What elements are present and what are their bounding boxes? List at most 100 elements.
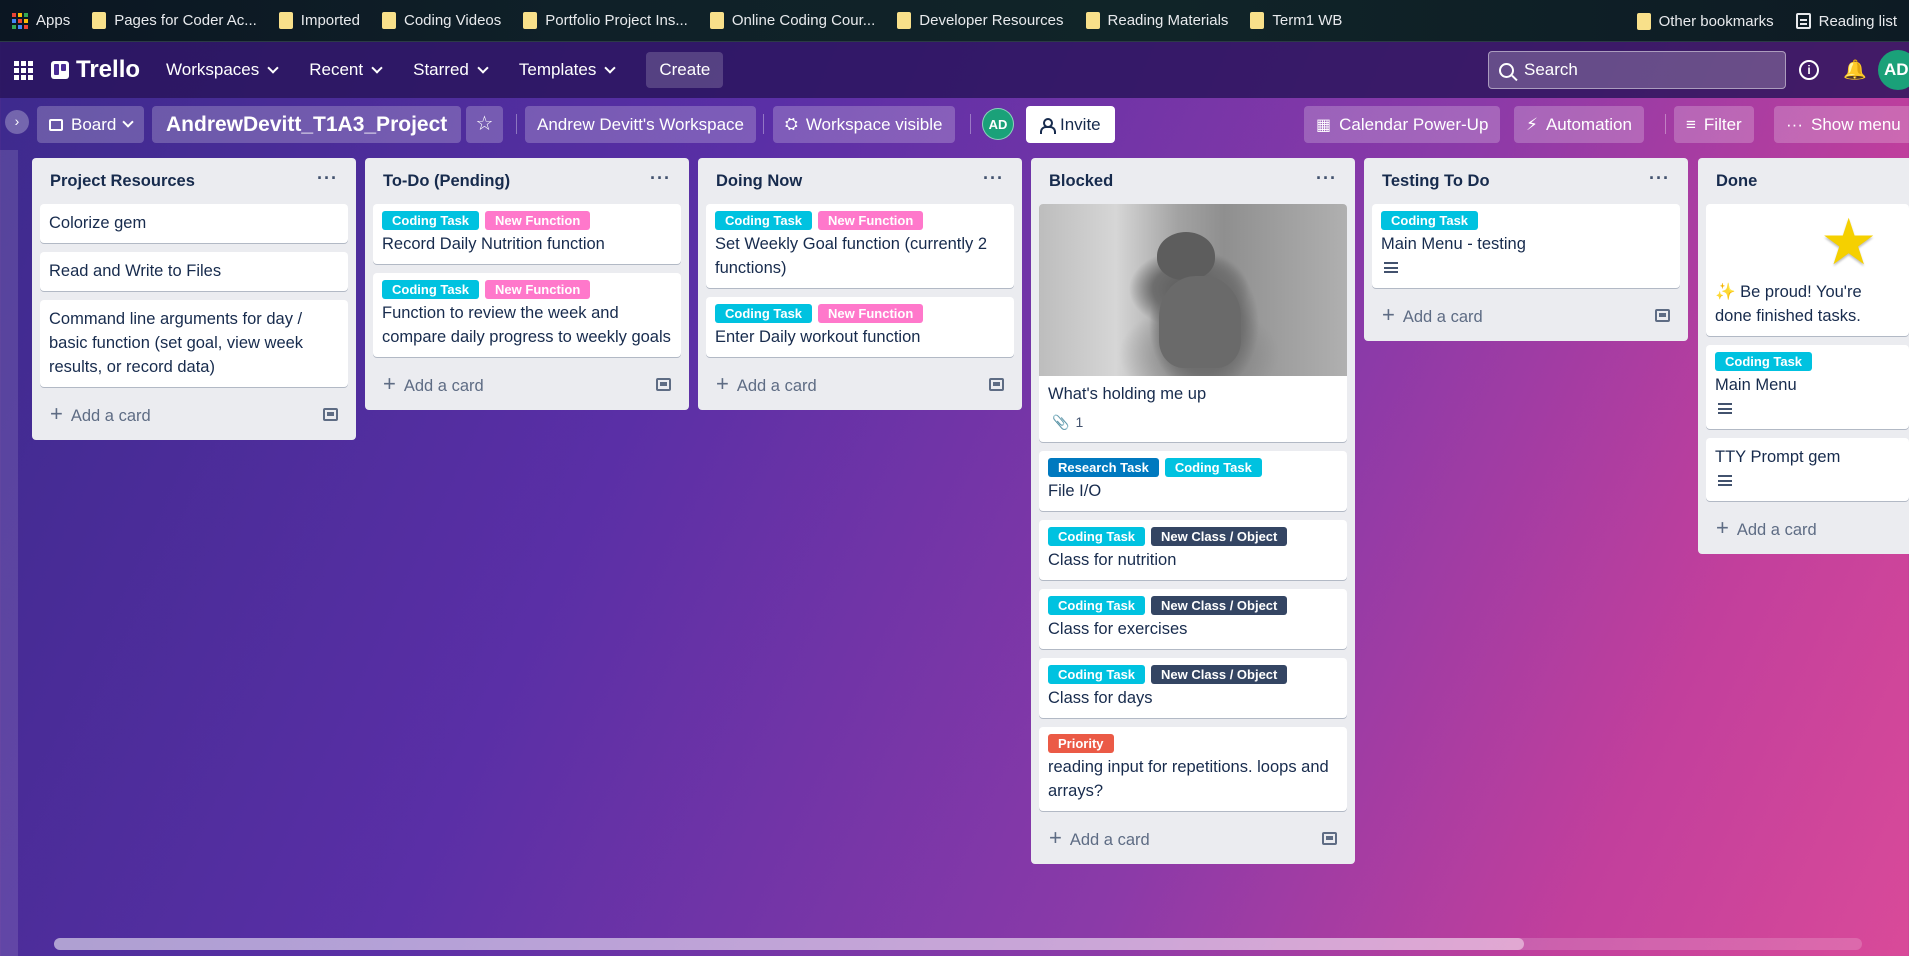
label-coding-task[interactable]: Coding Task [1381, 211, 1479, 230]
card[interactable]: Coding Task New Function Record Daily Nu… [373, 204, 681, 264]
board-title[interactable]: AndrewDevitt_T1A3_Project [152, 106, 462, 143]
card[interactable]: Coding Task Main Menu - testing [1372, 204, 1680, 288]
bookmark-item[interactable]: Imported [278, 12, 360, 29]
card[interactable]: Colorize gem [40, 204, 348, 243]
board-view-switcher[interactable]: Board [37, 106, 145, 143]
workspace-button[interactable]: Andrew Devitt's Workspace [525, 106, 757, 143]
bookmark-item[interactable]: Developer Resources [897, 12, 1064, 29]
workspaces-menu[interactable]: Workspaces [166, 60, 279, 80]
label-coding-task[interactable]: Coding Task [382, 211, 480, 230]
filter-button[interactable]: ≡ Filter [1674, 106, 1754, 143]
bookmark-item[interactable]: Pages for Coder Ac... [92, 12, 257, 29]
bookmark-apps[interactable]: Apps [12, 12, 70, 29]
list-header[interactable]: Doing Now ··· [706, 158, 1014, 204]
member-avatar[interactable]: AD [982, 108, 1014, 140]
bookmark-item[interactable]: Coding Videos [381, 12, 501, 29]
label-new-function[interactable]: New Function [485, 280, 591, 299]
list-more-icon[interactable]: ··· [983, 168, 1004, 189]
info-icon[interactable]: i [1799, 60, 1819, 80]
list-header[interactable]: Testing To Do ··· [1372, 158, 1680, 204]
label-priority[interactable]: Priority [1048, 734, 1114, 753]
card[interactable]: ★ ✨ Be proud! You're done finished tasks… [1706, 204, 1909, 336]
app-switcher-icon[interactable] [14, 60, 33, 80]
starred-menu[interactable]: Starred [413, 60, 489, 80]
other-bookmarks[interactable]: Other bookmarks [1636, 12, 1774, 30]
card[interactable]: Command line arguments for day / basic f… [40, 300, 348, 387]
recent-menu[interactable]: Recent [309, 60, 383, 80]
star-board-icon[interactable]: ☆ [466, 106, 503, 143]
card[interactable]: Coding Task New Function Enter Daily wor… [706, 297, 1014, 357]
add-card-button[interactable]: + Add a card [383, 371, 484, 397]
visibility-button[interactable]: ⛭ Workspace visible [773, 106, 955, 143]
list-more-icon[interactable]: ··· [1316, 168, 1337, 189]
card[interactable]: Coding Task New Class / Object Class for… [1039, 520, 1347, 580]
list-title[interactable]: Testing To Do [1382, 172, 1490, 191]
label-new-class-object[interactable]: New Class / Object [1151, 527, 1288, 546]
list-more-icon[interactable]: ··· [317, 168, 338, 189]
label-new-function[interactable]: New Function [818, 211, 924, 230]
create-button[interactable]: Create [646, 52, 724, 88]
user-avatar[interactable]: AD [1878, 50, 1909, 90]
search-input[interactable]: Search [1488, 51, 1786, 89]
card[interactable]: Priority reading input for repetitions. … [1039, 727, 1347, 811]
card-template-icon[interactable] [656, 377, 671, 391]
label-coding-task[interactable]: Coding Task [1048, 596, 1146, 615]
card[interactable]: Coding Task New Class / Object Class for… [1039, 589, 1347, 649]
calendar-powerup-button[interactable]: ▦ Calendar Power-Up [1304, 106, 1501, 143]
list-more-icon[interactable]: ··· [650, 168, 671, 189]
label-coding-task[interactable]: Coding Task [1048, 665, 1146, 684]
card-template-icon[interactable] [323, 407, 338, 421]
label-coding-task[interactable]: Coding Task [715, 304, 813, 323]
trello-logo[interactable]: Trello [51, 56, 140, 84]
card[interactable]: Coding Task New Function Set Weekly Goal… [706, 204, 1014, 288]
card-template-icon[interactable] [1322, 831, 1337, 845]
label-research-task[interactable]: Research Task [1048, 458, 1159, 477]
scrollbar-thumb[interactable] [54, 938, 1524, 950]
list-title[interactable]: To-Do (Pending) [383, 172, 510, 191]
list-header[interactable]: To-Do (Pending) ··· [373, 158, 681, 204]
list-title[interactable]: Done [1716, 172, 1757, 191]
list-title[interactable]: Doing Now [716, 172, 802, 191]
bookmark-item[interactable]: Reading Materials [1085, 12, 1228, 29]
add-card-button[interactable]: + Add a card [50, 401, 151, 427]
label-coding-task[interactable]: Coding Task [1715, 352, 1813, 371]
label-coding-task[interactable]: Coding Task [1048, 527, 1146, 546]
card[interactable]: Read and Write to Files [40, 252, 348, 291]
list-title[interactable]: Project Resources [50, 172, 195, 191]
card[interactable]: What's holding me up 📎 1 [1039, 204, 1347, 442]
bookmark-item[interactable]: Portfolio Project Ins... [523, 12, 688, 29]
show-menu-button[interactable]: ··· Show menu [1774, 106, 1909, 143]
label-new-class-object[interactable]: New Class / Object [1151, 596, 1288, 615]
bookmark-item[interactable]: Term1 WB [1250, 12, 1342, 29]
label-new-class-object[interactable]: New Class / Object [1151, 665, 1288, 684]
add-card-button[interactable]: + Add a card [1382, 302, 1483, 328]
add-card-button[interactable]: + Add a card [1049, 825, 1150, 851]
notifications-bell-icon[interactable]: 🔔 [1843, 58, 1867, 82]
list-more-icon[interactable]: ··· [1649, 168, 1670, 189]
card[interactable]: Research Task Coding Task File I/O [1039, 451, 1347, 511]
list-header[interactable]: Project Resources ··· [40, 158, 348, 204]
invite-button[interactable]: Invite [1026, 106, 1115, 143]
list-header[interactable]: Done [1706, 158, 1901, 204]
bookmark-item[interactable]: Online Coding Cour... [709, 12, 875, 29]
list-header[interactable]: Blocked ··· [1039, 158, 1347, 204]
reading-list[interactable]: Reading list [1795, 13, 1897, 30]
label-coding-task[interactable]: Coding Task [715, 211, 813, 230]
expand-sidebar-icon[interactable]: › [5, 110, 29, 134]
card[interactable]: Coding Task New Function Function to rev… [373, 273, 681, 357]
card[interactable]: TTY Prompt gem [1706, 438, 1909, 501]
add-card-button[interactable]: + Add a card [1716, 515, 1817, 541]
label-coding-task[interactable]: Coding Task [382, 280, 480, 299]
board-horizontal-scrollbar[interactable] [54, 938, 1862, 950]
list-title[interactable]: Blocked [1049, 172, 1113, 191]
card-template-icon[interactable] [1655, 308, 1670, 322]
templates-menu[interactable]: Templates [519, 60, 617, 80]
automation-button[interactable]: ⚡ Automation [1514, 106, 1644, 143]
label-coding-task[interactable]: Coding Task [1164, 458, 1262, 477]
card[interactable]: Coding Task Main Menu [1706, 345, 1909, 429]
add-card-button[interactable]: + Add a card [716, 371, 817, 397]
label-new-function[interactable]: New Function [485, 211, 591, 230]
label-new-function[interactable]: New Function [818, 304, 924, 323]
card[interactable]: Coding Task New Class / Object Class for… [1039, 658, 1347, 718]
card-template-icon[interactable] [989, 377, 1004, 391]
